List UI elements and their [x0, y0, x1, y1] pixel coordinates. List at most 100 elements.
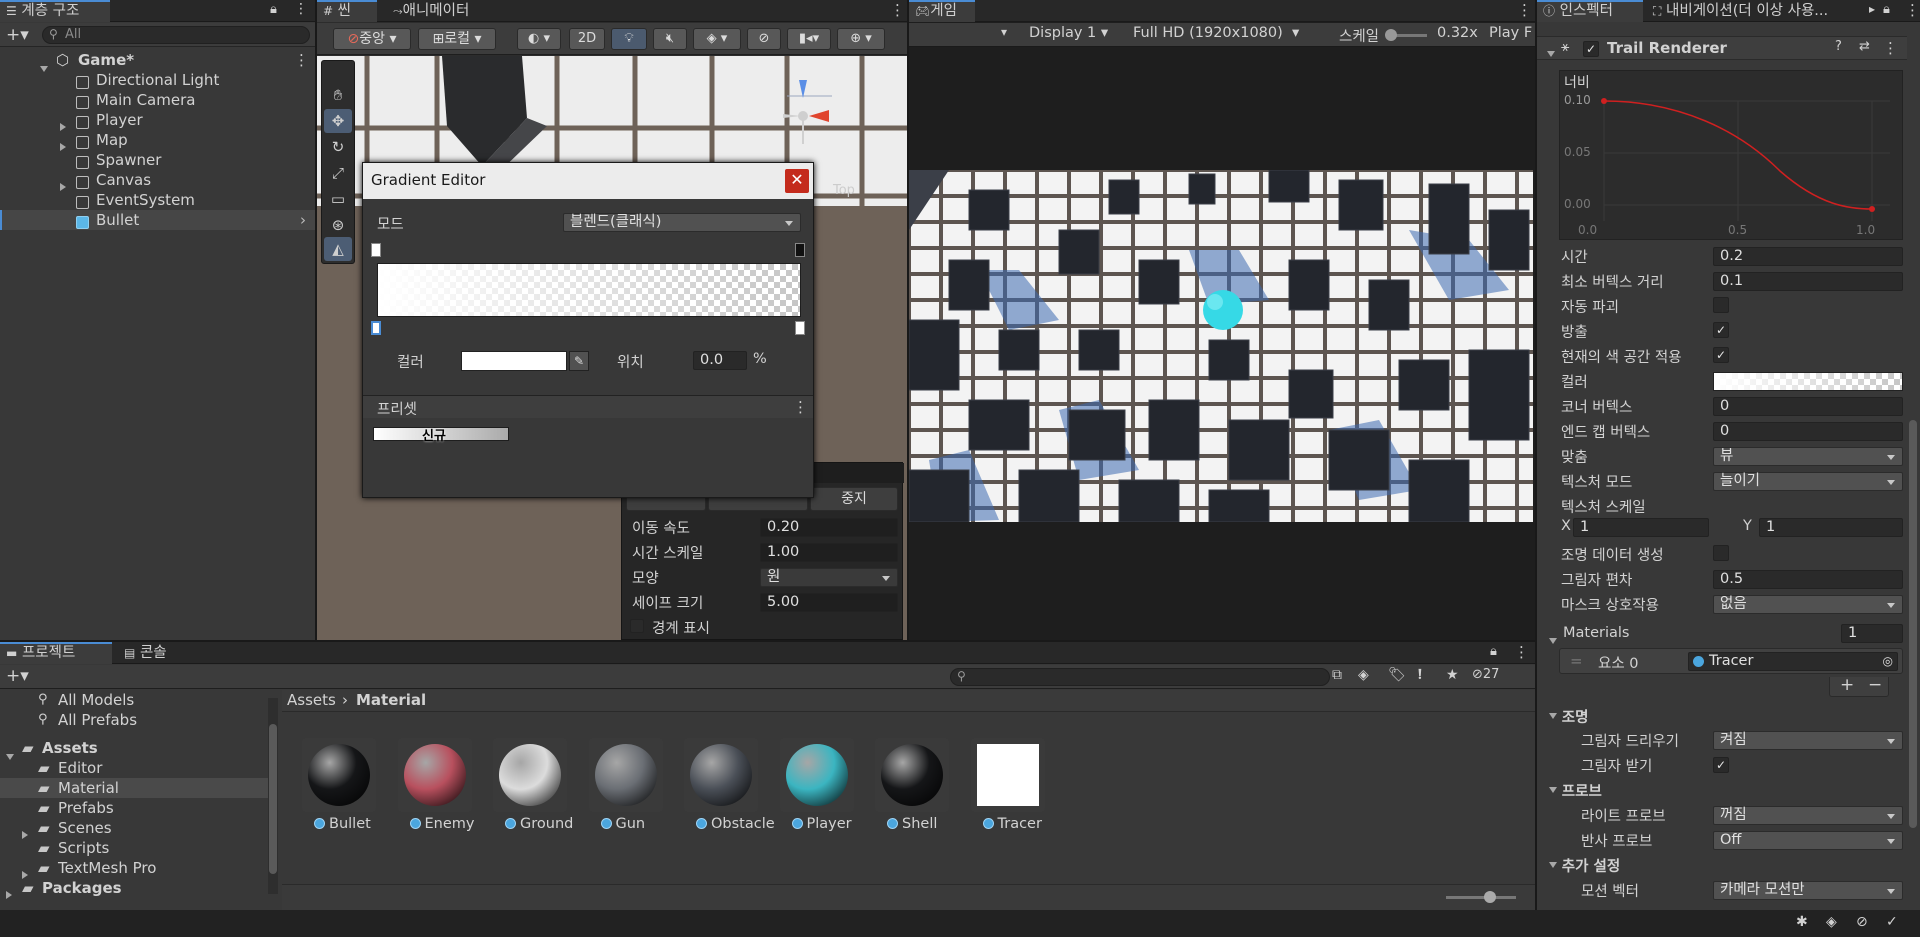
safe-size-field[interactable]: 5.00 — [760, 593, 898, 612]
property-checkbox[interactable] — [1713, 545, 1729, 561]
game-viewport[interactable] — [909, 170, 1533, 522]
more-icon[interactable]: ⋮ — [1514, 643, 1529, 661]
help-icon[interactable]: ? — [1835, 39, 1842, 54]
lock-icon[interactable]: 🔒︎ — [270, 2, 277, 17]
width-curve[interactable]: 너비 0.10 0.05 0.00 0.0 0.5 1.0 — [1559, 70, 1903, 240]
property-field[interactable]: 0.1 — [1713, 272, 1903, 291]
light-probes-dropdown[interactable]: 꺼짐 — [1713, 806, 1903, 825]
custom-tool-icon[interactable]: ◭ — [324, 237, 352, 261]
expand-icon[interactable] — [6, 891, 12, 899]
lighting-toggle[interactable]: 💡︎ — [611, 28, 647, 50]
bug-icon[interactable]: ✱ — [1796, 914, 1808, 930]
tab-scene[interactable]: # 씬 — [317, 0, 377, 22]
assets-root[interactable]: ▰ Assets — [0, 738, 270, 760]
property-dropdown[interactable]: 늘이기 — [1713, 472, 1903, 491]
lock-icon[interactable]: 🔒︎ — [1490, 644, 1497, 659]
rect-tool-icon[interactable]: ▭ — [324, 187, 352, 211]
material-thumbnail[interactable] — [875, 738, 949, 812]
property-field[interactable]: 0.2 — [1713, 247, 1903, 266]
lock-icon[interactable]: 🔒︎ — [1883, 2, 1890, 17]
add-element-button[interactable]: + — [1840, 675, 1854, 695]
orientation-gizmo[interactable] — [779, 76, 849, 156]
remove-element-button[interactable]: − — [1868, 675, 1882, 695]
mode-dropdown[interactable]: 블렌드(클래식) — [563, 213, 801, 232]
property-checkbox[interactable] — [1713, 297, 1729, 313]
property-field[interactable]: 0 — [1713, 422, 1903, 441]
folder-item[interactable]: ▰ Editor — [0, 758, 270, 778]
expand-icon[interactable] — [1549, 862, 1557, 868]
stop-button[interactable]: 중지 — [810, 487, 898, 511]
tab-animator[interactable]: ⤳애니메이터 — [387, 0, 475, 22]
resolution-dropdown[interactable]: Full HD (1920x1080) ▾ — [1133, 25, 1299, 41]
game-dropdown-arrow[interactable]: ▾ — [1001, 25, 1007, 39]
property-field[interactable]: 0 — [1713, 397, 1903, 416]
color-swatch[interactable] — [461, 351, 567, 371]
time-scale-field[interactable]: 1.00 — [760, 543, 898, 562]
expand-icon[interactable] — [1549, 787, 1557, 793]
hierarchy-item[interactable]: EventSystem — [0, 190, 315, 210]
hierarchy-item-selected[interactable]: Bullet › — [0, 210, 315, 230]
more-icon[interactable]: ⋮ — [890, 1, 905, 19]
object-picker-icon[interactable]: ◎ — [1883, 653, 1893, 670]
property-checkbox[interactable]: ✓ — [1713, 322, 1729, 338]
property-dropdown[interactable]: 없음 — [1713, 595, 1903, 614]
check-icon[interactable]: ✓ — [1886, 914, 1898, 930]
favorite-item[interactable]: ⚲ All Prefabs — [0, 710, 270, 730]
component-header[interactable]: ⚹ ✓ Trail Renderer ? ⇄ ⋮ — [1537, 36, 1907, 60]
expand-icon[interactable] — [1549, 638, 1557, 644]
layers-icon[interactable]: ◈ — [1826, 914, 1837, 930]
add-icon[interactable]: +▾ — [6, 25, 29, 45]
filter-type-icon[interactable]: ◈ — [1358, 667, 1369, 683]
hierarchy-item[interactable]: Main Camera — [0, 90, 315, 110]
close-button[interactable]: ✕ — [785, 169, 809, 193]
color-key-end[interactable] — [795, 321, 805, 335]
icon-size-slider[interactable] — [1446, 891, 1516, 903]
tex-scale-x-field[interactable]: 1 — [1573, 518, 1709, 537]
cast-shadows-dropdown[interactable]: 켜짐 — [1713, 731, 1903, 750]
motion-vectors-dropdown[interactable]: 카메라 모션만 — [1713, 881, 1903, 900]
eyedropper-icon[interactable]: ✎ — [569, 351, 589, 371]
tab-inspector[interactable]: ⓘ 인스펙터 — [1537, 0, 1643, 22]
tab-console[interactable]: ▤ 콘솔 — [118, 642, 173, 664]
presets-menu-icon[interactable]: ⋮ — [793, 398, 808, 416]
property-field[interactable]: 0.5 — [1713, 570, 1903, 589]
chevron-right-icon[interactable]: › — [300, 210, 306, 230]
move-speed-field[interactable]: 0.20 — [760, 518, 898, 537]
visibility-toggle[interactable]: ⊘ — [747, 28, 781, 50]
folder-item-selected[interactable]: ▰ Material — [0, 778, 270, 798]
folder-item[interactable]: ▰ TextMesh Pro — [0, 858, 270, 879]
rotate-tool-icon[interactable]: ↻ — [324, 135, 352, 159]
material-thumbnail[interactable] — [970, 738, 1045, 812]
pivot-dropdown[interactable]: ⊘중앙 ▾ — [333, 28, 411, 50]
inspector-scrollbar[interactable] — [1909, 420, 1917, 828]
create-icon[interactable]: +▾ — [6, 666, 29, 686]
favorite-item[interactable]: ⚲ All Models — [0, 690, 270, 710]
more-icon[interactable]: ⋮ — [1905, 1, 1920, 19]
space-dropdown[interactable]: ⊞로컬 ▾ — [418, 28, 496, 50]
property-checkbox[interactable]: ✓ — [1713, 347, 1729, 363]
folder-item[interactable]: ▰ Prefabs — [0, 798, 270, 818]
expand-icon[interactable] — [1549, 713, 1557, 719]
transform-tool-icon[interactable]: ⊛ — [324, 213, 352, 237]
project-search[interactable]: ⚲ — [950, 668, 1330, 686]
show-bounds-checkbox[interactable] — [630, 619, 644, 633]
location-field[interactable]: 0.0 — [693, 351, 747, 370]
tab-navigation[interactable]: ⛶ 내비게이션(더 이상 사용... — [1647, 0, 1869, 22]
packages-root[interactable]: ▰ Packages — [0, 878, 270, 899]
drag-handle-icon[interactable]: = — [1570, 652, 1583, 670]
tab-project[interactable]: ▬ 프로젝트 — [0, 642, 112, 664]
tab-hierarchy[interactable]: ☰ 계층 구조 — [0, 0, 110, 22]
gizmos-dropdown[interactable]: ⊕ ▾ — [837, 28, 885, 50]
color-key-start[interactable] — [371, 321, 381, 335]
property-dropdown[interactable]: 뷰 — [1713, 447, 1903, 466]
effects-dropdown[interactable]: ◈ ▾ — [693, 28, 741, 50]
hierarchy-item[interactable]: Spawner — [0, 150, 315, 170]
preset-icon[interactable]: ⇄ — [1859, 39, 1870, 54]
material-thumbnail[interactable] — [302, 738, 376, 812]
debug-icon[interactable]: ⊘ — [1856, 914, 1868, 930]
more-icon[interactable]: ⋮ — [294, 1, 308, 17]
extra-settings-header[interactable]: 추가 설정 — [1549, 855, 1620, 876]
scene-root[interactable]: ⬡ Game* ⋮ — [0, 50, 315, 72]
material-thumbnail[interactable] — [588, 738, 663, 812]
hand-tool-icon[interactable]: ✋︎ — [324, 83, 352, 107]
